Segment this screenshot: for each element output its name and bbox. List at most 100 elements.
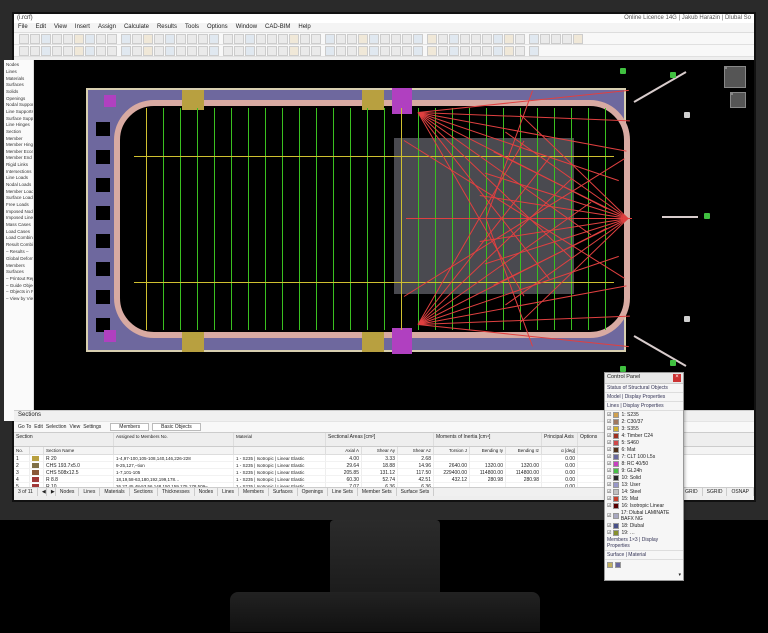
navigator-item[interactable]: Mass Cases <box>6 222 31 229</box>
toolbar-button[interactable] <box>165 34 175 44</box>
sections-filter-dropdown[interactable]: Basic Objects <box>152 423 201 431</box>
control-panel[interactable]: Control Panel × Status of Structural Obj… <box>604 372 684 581</box>
toolbar-button[interactable] <box>515 46 525 56</box>
navigator-item[interactable]: Member Hinges <box>6 142 31 149</box>
model-viewport[interactable] <box>34 60 754 421</box>
navigator-item[interactable]: Line Supports <box>6 109 31 116</box>
toolbar-button[interactable] <box>267 34 277 44</box>
toolbar-button[interactable] <box>19 46 29 56</box>
toolbar-button[interactable] <box>41 46 51 56</box>
sections-selection[interactable]: Selection <box>46 424 67 430</box>
toolbar-button[interactable] <box>529 46 539 56</box>
toolbar-button[interactable] <box>438 34 448 44</box>
cp-sec-status[interactable]: Status of Structural Objects <box>605 384 683 393</box>
toolbar-button[interactable] <box>358 46 368 56</box>
material-item[interactable]: ☑14: Steel <box>605 488 683 495</box>
navigator-item[interactable]: Load Cases <box>6 228 31 235</box>
toolbar-button[interactable] <box>245 34 255 44</box>
navigator-item[interactable]: – View by Views – <box>6 296 31 303</box>
swatch-icon[interactable] <box>615 562 621 568</box>
navigator-item[interactable]: Free Loads <box>6 202 31 209</box>
toolbar-button[interactable] <box>504 46 514 56</box>
paginator[interactable]: 3 of 11 <box>14 488 38 496</box>
toolbar-button[interactable] <box>154 34 164 44</box>
control-panel-title[interactable]: Control Panel × <box>605 373 683 384</box>
table-tab[interactable]: Nodes <box>195 488 218 496</box>
toolbar-button[interactable] <box>278 34 288 44</box>
navigator-item[interactable]: Materials <box>6 75 31 82</box>
material-item[interactable]: ☑17: Dlubal LAMINATE BAFX NG <box>605 509 683 522</box>
toolbar-button[interactable] <box>336 46 346 56</box>
toolbar-button[interactable] <box>41 34 51 44</box>
toolbar-button[interactable] <box>187 34 197 44</box>
toolbar-button[interactable] <box>369 34 379 44</box>
toolbar-button[interactable] <box>336 34 346 44</box>
cp-sec-model[interactable]: Model | Display Properties <box>605 393 683 402</box>
toolbar-button[interactable] <box>529 34 539 44</box>
toolbar-button[interactable] <box>540 34 550 44</box>
navigator-item[interactable]: Imposed Nodal Deformations <box>6 208 31 215</box>
table-tab[interactable]: Surfaces <box>269 488 298 496</box>
menu-insert[interactable]: Insert <box>73 24 92 31</box>
toolbar-button[interactable] <box>493 46 503 56</box>
table-tab[interactable]: Thicknesses <box>158 488 195 496</box>
navigator-item[interactable]: Line Loads <box>6 175 31 182</box>
navigator-item[interactable]: – Results – <box>6 249 31 256</box>
toolbar-button[interactable] <box>154 46 164 56</box>
toolbar-button[interactable] <box>482 46 492 56</box>
table-tab[interactable]: Members <box>239 488 269 496</box>
menu-results[interactable]: Results <box>155 24 179 31</box>
toolbar-button[interactable] <box>551 34 561 44</box>
toolbar-button[interactable] <box>107 34 117 44</box>
navigator-item[interactable]: Member Eccentricities <box>6 149 31 156</box>
toolbar-button[interactable] <box>402 34 412 44</box>
toolbar-button[interactable] <box>256 34 266 44</box>
material-item[interactable]: ☑19: … <box>605 529 683 536</box>
table-tab[interactable]: Nodes <box>56 488 79 496</box>
toolbar-button[interactable] <box>471 46 481 56</box>
table-tab[interactable]: Lines <box>218 488 239 496</box>
toolbar-button[interactable] <box>325 34 335 44</box>
navigator-item[interactable]: – Objects in Packag… <box>6 289 31 296</box>
material-item[interactable]: ☑3: S355 <box>605 425 683 432</box>
navigator-item[interactable]: Nodes <box>6 62 31 69</box>
navigator-item[interactable]: Solids <box>6 89 31 96</box>
material-item[interactable]: ☑16: Isotropic Linear <box>605 502 683 509</box>
toolbar-button[interactable] <box>347 46 357 56</box>
toolbar-button[interactable] <box>85 34 95 44</box>
sections-members-dropdown[interactable]: Members <box>110 423 149 431</box>
project-navigator[interactable]: NodesLinesMaterialsSurfacesSolidsOpening… <box>4 60 34 421</box>
swatch-icon[interactable] <box>607 562 613 568</box>
toolbar-button[interactable] <box>369 46 379 56</box>
navigator-item[interactable]: Lines <box>6 69 31 76</box>
material-item[interactable]: ☑4: Timber C24 <box>605 432 683 439</box>
toolbar-button[interactable] <box>267 46 277 56</box>
toolbar-button[interactable] <box>19 34 29 44</box>
toolbar-button[interactable] <box>311 34 321 44</box>
toolbar-button[interactable] <box>198 34 208 44</box>
toolbar-button[interactable] <box>391 34 401 44</box>
navigator-item[interactable]: Openings <box>6 95 31 102</box>
status-grid[interactable]: GRID <box>681 488 703 496</box>
navigator-item[interactable]: Nodal Supports <box>6 102 31 109</box>
table-tab[interactable]: Materials <box>100 488 129 496</box>
toolbar-button[interactable] <box>449 34 459 44</box>
material-item[interactable]: ☑9: GL24h <box>605 467 683 474</box>
toolbar-button[interactable] <box>132 34 142 44</box>
toolbar-button[interactable] <box>107 46 117 56</box>
menu-cad-bim[interactable]: CAD-BIM <box>263 24 292 31</box>
sections-settings[interactable]: Settings <box>83 424 101 430</box>
navigator-item[interactable]: Rigid Links <box>6 162 31 169</box>
navigator-item[interactable]: Result Combinations <box>6 242 31 249</box>
navigator-item[interactable]: Line Hinges <box>6 122 31 129</box>
table-tab[interactable]: Lines <box>79 488 100 496</box>
navigator-item[interactable]: Intersections <box>6 169 31 176</box>
toolbar-button[interactable] <box>121 34 131 44</box>
menu-file[interactable]: File <box>16 24 30 31</box>
material-item[interactable]: ☑15: Mat <box>605 495 683 502</box>
toolbar-button[interactable] <box>223 46 233 56</box>
material-item[interactable]: ☑8: RC 40/50 <box>605 460 683 467</box>
close-icon[interactable]: × <box>673 374 681 382</box>
toolbar-button[interactable] <box>85 46 95 56</box>
toolbar-button[interactable] <box>143 46 153 56</box>
